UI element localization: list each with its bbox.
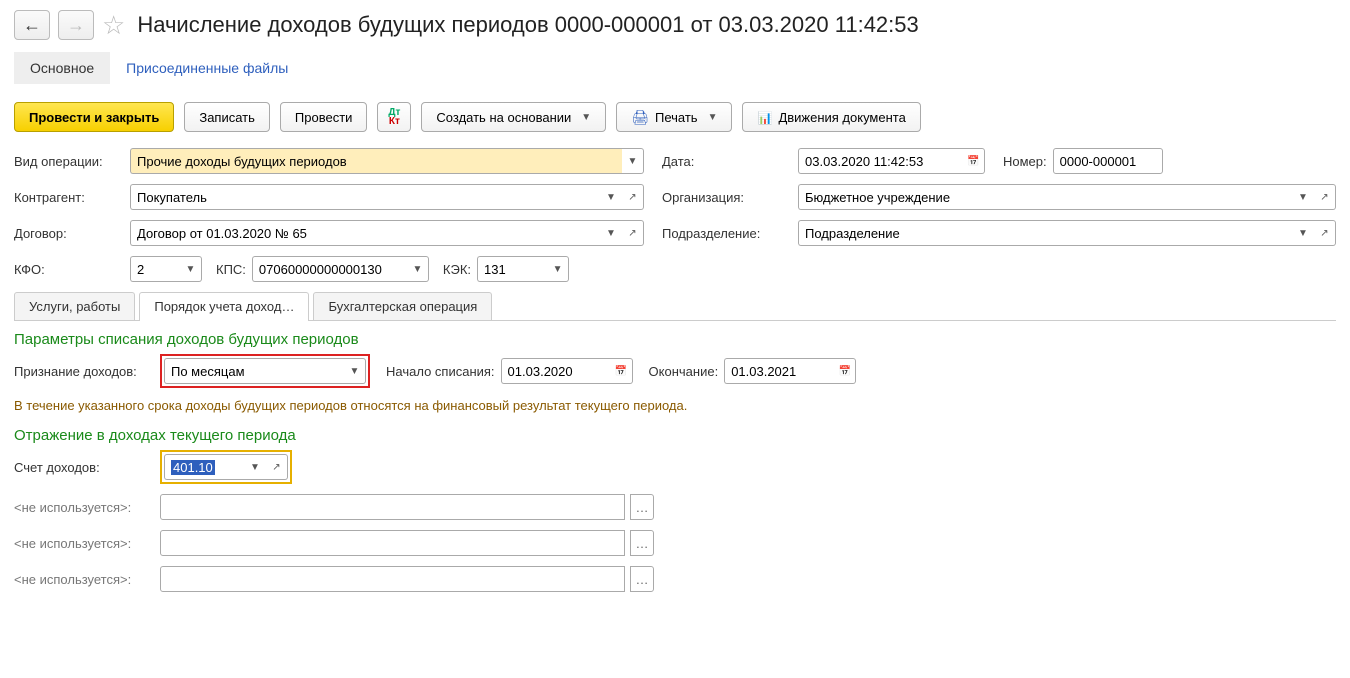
organization-label: Организация:: [662, 190, 792, 205]
counterparty-dropdown[interactable]: ▼: [600, 184, 622, 210]
income-account-label: Счет доходов:: [14, 460, 154, 475]
unused-2-ellipsis[interactable]: …: [630, 530, 654, 556]
printer-icon: [631, 109, 649, 126]
contract-open-button[interactable]: ↗: [622, 220, 644, 246]
create-based-on-label: Создать на основании: [436, 110, 571, 125]
counterparty-label: Контрагент:: [14, 190, 124, 205]
unused-3-label: <не используется>:: [14, 572, 154, 587]
tab-accounting-operation[interactable]: Бухгалтерская операция: [313, 292, 492, 320]
dropdown-caret-icon: ▼: [581, 112, 591, 123]
kps-dropdown[interactable]: ▼: [407, 256, 429, 282]
print-label: Печать: [655, 110, 698, 125]
kps-input[interactable]: [252, 256, 407, 282]
recognition-dropdown[interactable]: ▼: [344, 358, 366, 384]
kek-input[interactable]: [477, 256, 547, 282]
dt-kt-icon: ДтКт: [388, 108, 400, 126]
back-button[interactable]: ←: [14, 10, 50, 40]
end-writeoff-input[interactable]: [724, 358, 834, 384]
date-label: Дата:: [662, 154, 792, 169]
department-label: Подразделение:: [662, 226, 792, 241]
date-input[interactable]: [798, 148, 963, 174]
kps-label: КПС:: [216, 262, 246, 277]
unused-1-label: <не используется>:: [14, 500, 154, 515]
recognition-highlight: ▼: [160, 354, 370, 388]
tab-services[interactable]: Услуги, работы: [14, 292, 135, 320]
unused-2-input[interactable]: [160, 530, 625, 556]
unused-3-ellipsis[interactable]: …: [630, 566, 654, 592]
document-movements-button[interactable]: Движения документа: [742, 102, 920, 132]
current-income-title: Отражение в доходах текущего периода: [14, 427, 1336, 444]
end-writeoff-label: Окончание:: [649, 364, 719, 379]
counterparty-open-button[interactable]: ↗: [622, 184, 644, 210]
start-writeoff-label: Начало списания:: [386, 364, 495, 379]
chart-icon: [757, 110, 772, 125]
number-input[interactable]: [1053, 148, 1163, 174]
start-writeoff-calendar[interactable]: 📅: [611, 358, 633, 384]
unused-3-input[interactable]: [160, 566, 625, 592]
post-button[interactable]: Провести: [280, 102, 368, 132]
tab-attached-files[interactable]: Присоединенные файлы: [110, 52, 304, 84]
tab-main[interactable]: Основное: [14, 52, 110, 84]
writeoff-hint: В течение указанного срока доходы будущи…: [14, 398, 1336, 413]
dt-kt-button[interactable]: ДтКт: [377, 102, 411, 132]
unused-1-ellipsis[interactable]: …: [630, 494, 654, 520]
dropdown-caret-icon: ▼: [708, 112, 718, 123]
operation-type-input[interactable]: [130, 148, 622, 174]
kfo-label: КФО:: [14, 262, 124, 277]
contract-input[interactable]: [130, 220, 600, 246]
save-button[interactable]: Записать: [184, 102, 270, 132]
recognition-input[interactable]: [164, 358, 344, 384]
movements-label: Движения документа: [778, 110, 905, 125]
date-picker-button[interactable]: 📅: [963, 148, 985, 174]
start-writeoff-input[interactable]: [501, 358, 611, 384]
income-account-input[interactable]: 401.10: [164, 454, 244, 480]
page-title: Начисление доходов будущих периодов 0000…: [137, 12, 918, 38]
operation-type-dropdown[interactable]: ▼: [622, 148, 644, 174]
kek-label: КЭК:: [443, 262, 471, 277]
forward-button[interactable]: →: [58, 10, 94, 40]
organization-open-button[interactable]: ↗: [1314, 184, 1336, 210]
organization-dropdown[interactable]: ▼: [1292, 184, 1314, 210]
income-account-highlight: 401.10 ▼ ↗: [160, 450, 292, 484]
contract-dropdown[interactable]: ▼: [600, 220, 622, 246]
unused-1-input[interactable]: [160, 494, 625, 520]
contract-label: Договор:: [14, 226, 124, 241]
kfo-dropdown[interactable]: ▼: [180, 256, 202, 282]
organization-input[interactable]: [798, 184, 1292, 210]
income-account-dropdown[interactable]: ▼: [244, 454, 266, 480]
create-based-on-button[interactable]: Создать на основании ▼: [421, 102, 606, 132]
post-and-close-button[interactable]: Провести и закрыть: [14, 102, 174, 132]
end-writeoff-calendar[interactable]: 📅: [834, 358, 856, 384]
favorite-star-icon[interactable]: ☆: [102, 12, 125, 38]
recognition-label: Признание доходов:: [14, 364, 154, 379]
print-button[interactable]: Печать ▼: [616, 102, 732, 132]
kek-dropdown[interactable]: ▼: [547, 256, 569, 282]
department-input[interactable]: [798, 220, 1292, 246]
unused-2-label: <не используется>:: [14, 536, 154, 551]
income-account-selection: 401.10: [171, 460, 215, 475]
income-account-open-button[interactable]: ↗: [266, 454, 288, 480]
tab-income-order[interactable]: Порядок учета доход…: [139, 292, 309, 320]
number-label: Номер:: [1003, 154, 1047, 169]
counterparty-input[interactable]: [130, 184, 600, 210]
operation-type-label: Вид операции:: [14, 154, 124, 169]
writeoff-params-title: Параметры списания доходов будущих перио…: [14, 331, 1336, 348]
department-open-button[interactable]: ↗: [1314, 220, 1336, 246]
kfo-input[interactable]: [130, 256, 180, 282]
department-dropdown[interactable]: ▼: [1292, 220, 1314, 246]
